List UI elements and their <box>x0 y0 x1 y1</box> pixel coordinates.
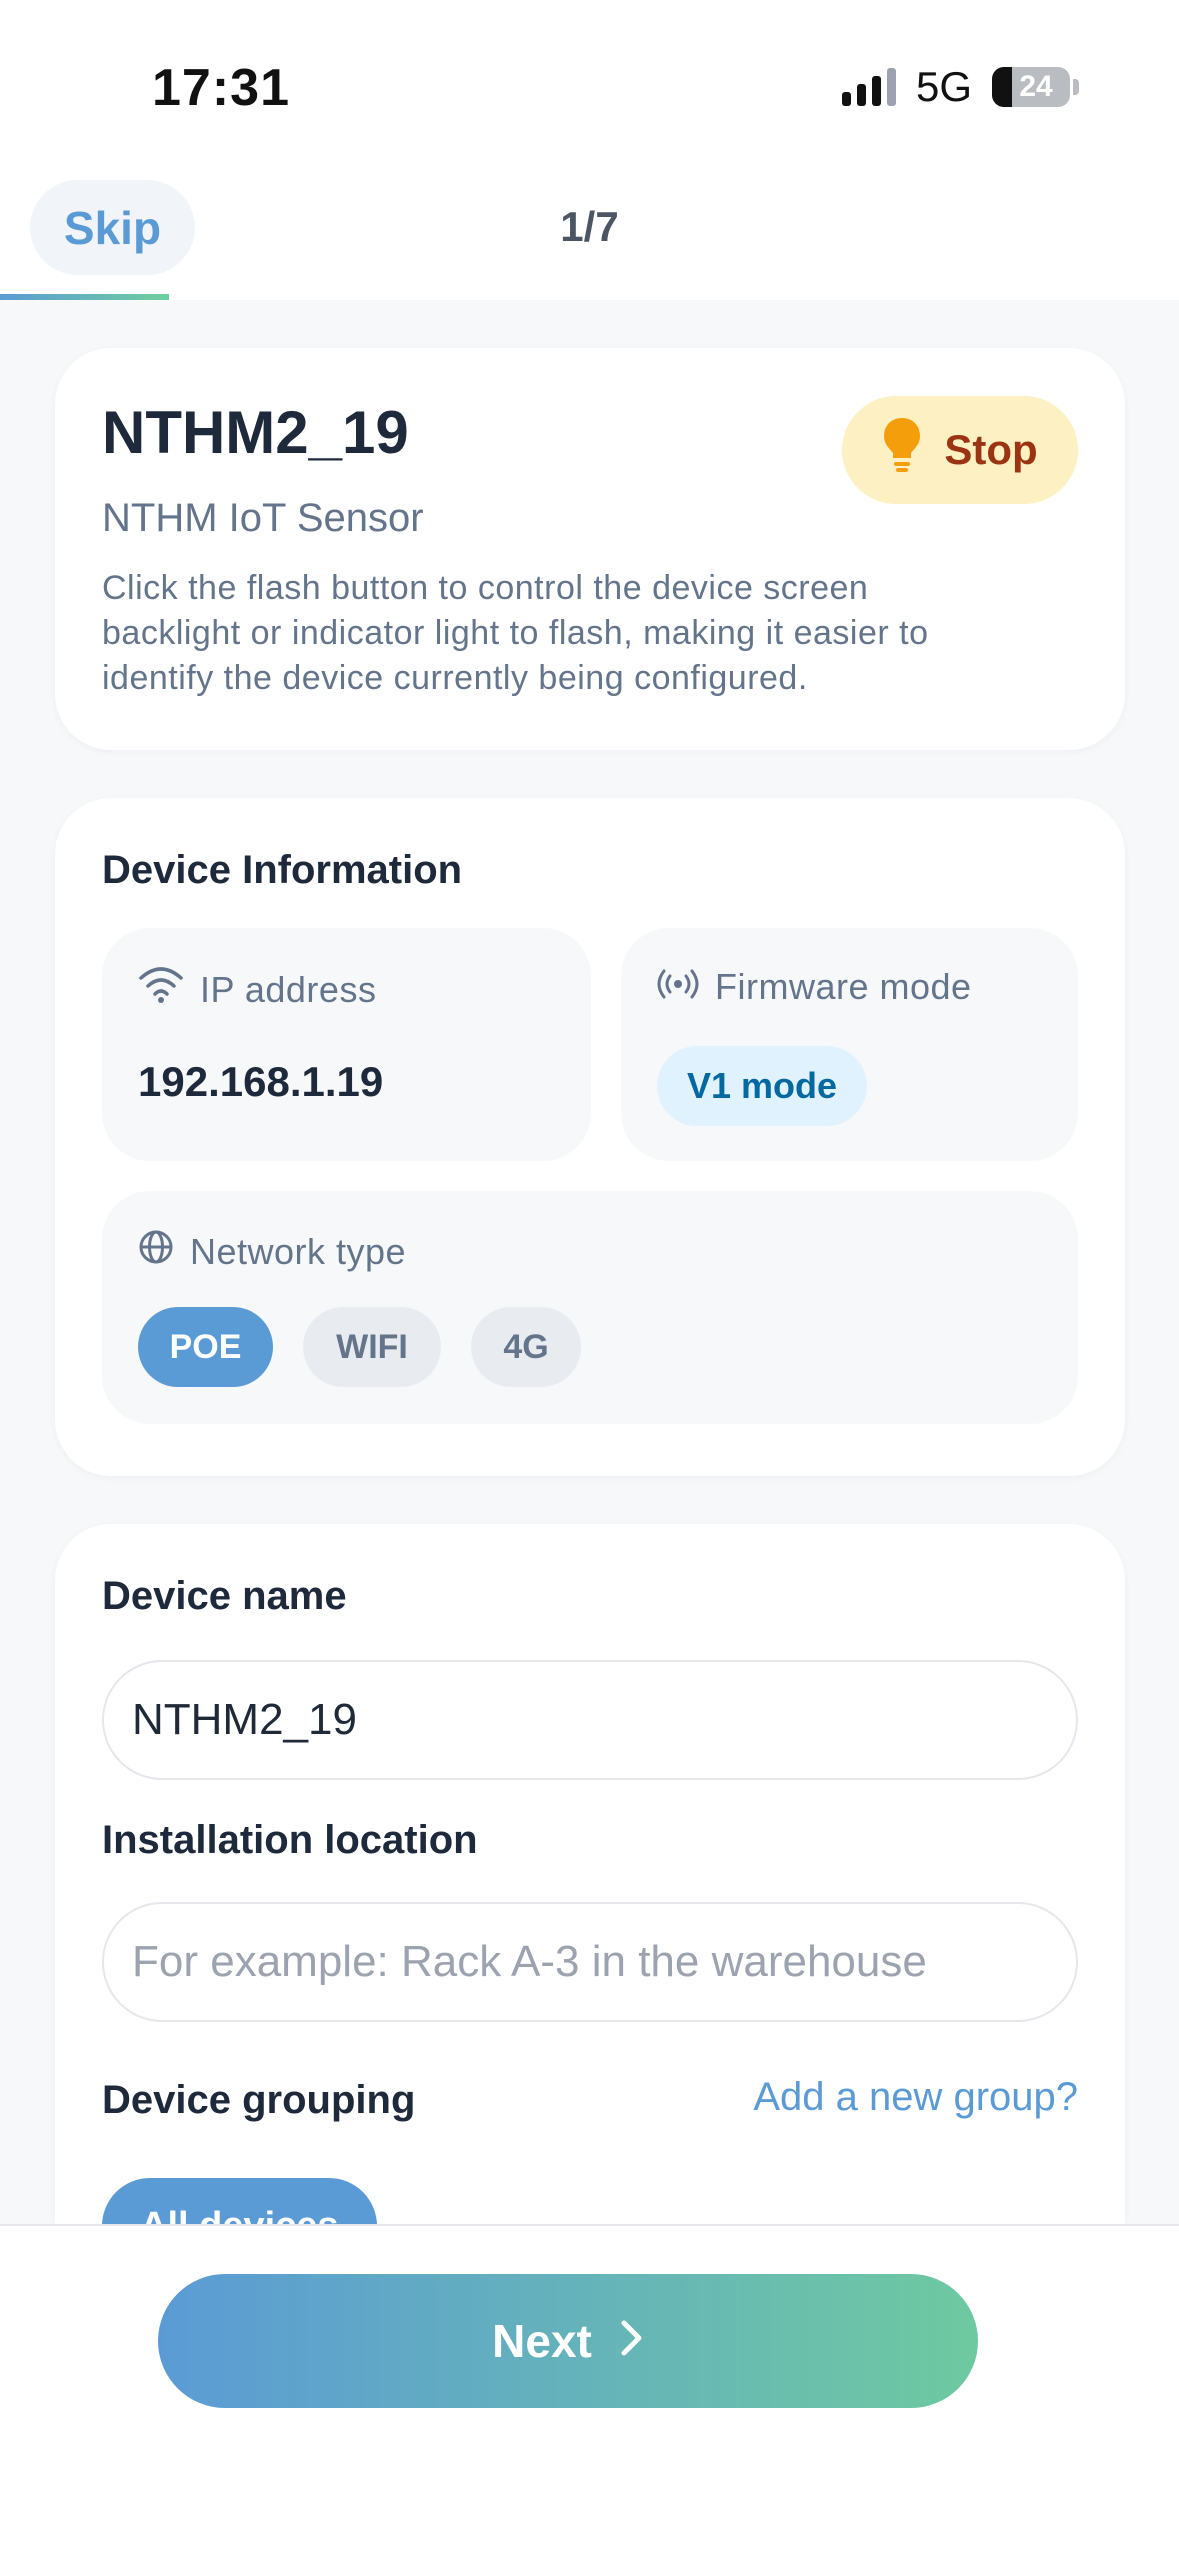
next-label: Next <box>492 2315 592 2367</box>
network-option-4g[interactable]: 4G <box>471 1307 581 1387</box>
lightbulb-icon <box>882 416 922 484</box>
firmware-mode-tile: Firmware mode V1 mode <box>621 928 1078 1161</box>
device-information-card: Device Information IP address 192.168.1.… <box>55 798 1125 1476</box>
wizard-header: Skip 1/7 <box>0 175 1179 300</box>
installation-location-input[interactable] <box>102 1902 1078 2022</box>
device-grouping-label: Device grouping <box>102 2078 416 2122</box>
wifi-icon <box>138 966 184 1013</box>
flash-stop-button[interactable]: Stop <box>842 396 1078 504</box>
device-name-input[interactable] <box>102 1660 1078 1780</box>
firmware-mode-label: Firmware mode <box>715 966 972 1007</box>
globe-icon <box>138 1229 174 1274</box>
next-button[interactable]: Next <box>158 2274 978 2408</box>
flash-description: Click the flash button to control the de… <box>102 569 929 697</box>
status-bar: 17:31 5G 24 <box>0 0 1179 175</box>
device-information-title: Device Information <box>102 848 463 892</box>
battery-level: 24 <box>1019 70 1053 103</box>
progress-bar <box>0 294 169 300</box>
ip-address-tile: IP address 192.168.1.19 <box>102 928 591 1161</box>
network-option-wifi[interactable]: WIFI <box>303 1307 441 1387</box>
network-type-tile: Network type POE WIFI 4G <box>102 1191 1078 1424</box>
installation-location-label: Installation location <box>102 1818 478 1862</box>
device-title: NTHM2_19 <box>102 399 409 466</box>
network-type-indicator: 5G <box>915 63 972 110</box>
step-indicator: 1/7 <box>560 203 619 250</box>
device-model: NTHM IoT Sensor <box>102 496 424 540</box>
device-name-label: Device name <box>102 1574 347 1618</box>
broadcast-icon <box>657 966 699 1008</box>
firmware-mode-badge: V1 mode <box>657 1046 868 1126</box>
network-option-poe[interactable]: POE <box>138 1307 273 1387</box>
footer-bar: Next <box>0 2224 1179 2556</box>
status-time: 17:31 <box>152 59 290 117</box>
network-type-label: Network type <box>190 1230 407 1272</box>
battery-icon: 24 <box>992 67 1070 107</box>
add-group-link[interactable]: Add a new group? <box>753 2075 1078 2120</box>
ip-address-value: 192.168.1.19 <box>138 1058 384 1105</box>
group-chip-all-devices[interactable]: All devices <box>102 2178 377 2224</box>
status-indicators: 5G 24 <box>841 63 1079 110</box>
chevron-right-icon <box>620 2314 644 2368</box>
flash-stop-label: Stop <box>944 426 1038 473</box>
cellular-signal-icon <box>841 68 896 106</box>
device-settings-form: Device name Installation location Device… <box>55 1524 1125 2224</box>
ip-address-label: IP address <box>200 968 377 1010</box>
device-summary-card: NTHM2_19 NTHM IoT Sensor Click the flash… <box>55 348 1125 750</box>
